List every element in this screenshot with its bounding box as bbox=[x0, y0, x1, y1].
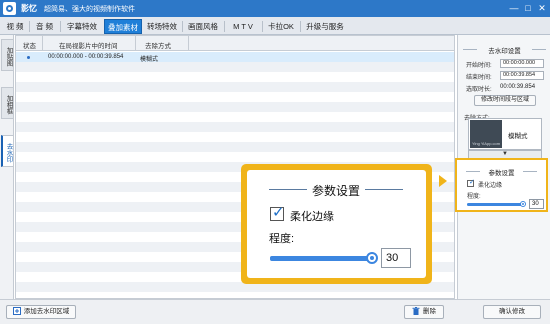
zoomed-level-slider-fill bbox=[270, 256, 372, 261]
empty-row bbox=[16, 112, 454, 122]
app-slogan: 超简易、强大的视频制作软件 bbox=[44, 6, 135, 13]
column-method[interactable]: 去除方式 bbox=[145, 40, 171, 50]
zoomed-level-input[interactable]: 30 bbox=[381, 248, 411, 268]
side-tab-add-sticker[interactable]: 加贴图 bbox=[1, 39, 13, 71]
tab-video[interactable]: 视 频 bbox=[3, 19, 27, 34]
bottom-toolbar: 添加去水印区域 删除 确认修改 bbox=[0, 299, 550, 324]
checkmark-icon: ✓ bbox=[469, 179, 475, 186]
zoomed-level-slider[interactable] bbox=[270, 252, 378, 264]
zoomed-param-title: 参数设置 bbox=[311, 184, 360, 198]
level-input[interactable]: 30 bbox=[529, 199, 544, 209]
zoomed-param-panel: 参数设置 ✓ 柔化边缘 程度: 30 bbox=[247, 170, 426, 278]
list-header: 状态 在局视影片中的时间 去除方式 bbox=[16, 36, 454, 51]
soften-edge-label: 柔化边缘 bbox=[478, 183, 503, 189]
tab-audio[interactable]: 音 频 bbox=[31, 19, 58, 34]
soften-edge-checkbox[interactable]: ✓ bbox=[467, 179, 475, 187]
duration-label: 选取时长: bbox=[466, 87, 492, 93]
column-time[interactable]: 在局视影片中的时间 bbox=[59, 40, 118, 50]
main-menu-bar: 视 频 音 频 字幕特效 叠加素材 转场特效 画面风格 M T V 卡拉OK 升… bbox=[0, 17, 550, 35]
level-slider-fill bbox=[467, 203, 523, 206]
maximize-button[interactable]: □ bbox=[522, 3, 534, 14]
tab-overlay-material[interactable]: 叠加素材 bbox=[104, 19, 142, 34]
method-value: 模糊式 bbox=[508, 133, 528, 140]
tab-picture-style[interactable]: 画面风格 bbox=[184, 19, 222, 34]
level-slider[interactable] bbox=[467, 201, 526, 207]
end-time-field[interactable]: 00:00:39.854 bbox=[500, 71, 544, 80]
thumb-caption: Ying YiApp.com bbox=[472, 141, 501, 146]
pointer-arrow-icon bbox=[439, 175, 447, 187]
empty-row bbox=[16, 122, 454, 132]
param-title: 参数设置 bbox=[488, 170, 515, 177]
trash-icon bbox=[412, 307, 420, 316]
zoomed-level-label: 程度: bbox=[269, 233, 295, 245]
empty-row bbox=[16, 92, 454, 102]
overlay-side-tabs: 加贴图 加相框 去水印 bbox=[0, 35, 14, 299]
close-button[interactable]: ✕ bbox=[536, 3, 548, 14]
level-slider-thumb[interactable] bbox=[519, 201, 526, 207]
empty-row bbox=[16, 62, 454, 72]
app-name: 影忆 bbox=[21, 4, 37, 13]
level-label: 程度: bbox=[467, 194, 481, 200]
side-tab-remove-watermark[interactable]: 去水印 bbox=[1, 135, 13, 167]
zoomed-level-slider-thumb[interactable] bbox=[365, 252, 378, 264]
zoomed-soften-edge-checkbox[interactable]: ✓ bbox=[270, 204, 285, 221]
tab-upgrade-service[interactable]: 升级与服务 bbox=[302, 19, 348, 34]
chevron-down-icon: ▼ bbox=[502, 151, 508, 157]
tab-mtv[interactable]: M T V bbox=[226, 19, 260, 34]
zoomed-checkmark-icon: ✓ bbox=[272, 204, 285, 221]
table-row[interactable]: 00:00:00.000 - 00:00:39.854 模糊式 bbox=[16, 52, 454, 63]
add-region-icon bbox=[12, 307, 21, 316]
tab-transition-effects[interactable]: 转场特效 bbox=[144, 19, 180, 34]
empty-row bbox=[16, 72, 454, 82]
add-watermark-region-label: 添加去水印区域 bbox=[23, 308, 70, 315]
tab-subtitle-effects[interactable]: 字幕特效 bbox=[62, 19, 102, 34]
param-settings-box: 参数设置 ✓ 柔化边缘 程度: 30 bbox=[455, 158, 548, 212]
side-tab-add-frame[interactable]: 加相框 bbox=[1, 87, 13, 119]
delete-button[interactable]: 删除 bbox=[404, 305, 444, 319]
section-title-watermark-settings: 去水印设置 bbox=[488, 48, 521, 55]
title-bar: 影忆 超简易、强大的视频制作软件 — □ ✕ bbox=[0, 0, 550, 17]
empty-row bbox=[16, 102, 454, 112]
confirm-modify-button[interactable]: 确认修改 bbox=[483, 305, 541, 319]
blur-thumbnail: Ying YiApp.com bbox=[470, 120, 502, 148]
end-time-label: 结束时间: bbox=[466, 75, 492, 81]
minimize-button[interactable]: — bbox=[508, 3, 520, 14]
empty-row bbox=[16, 152, 454, 162]
empty-row bbox=[16, 132, 454, 142]
empty-row bbox=[16, 82, 454, 92]
app-logo-icon bbox=[3, 2, 16, 15]
empty-row bbox=[16, 142, 454, 152]
zoomed-param-callout: 参数设置 ✓ 柔化边缘 程度: 30 bbox=[241, 164, 432, 284]
modify-time-region-button[interactable]: 修改时间段与区域 bbox=[474, 95, 536, 106]
status-dot-icon bbox=[27, 56, 30, 59]
method-preview[interactable]: Ying YiApp.com 模糊式 bbox=[468, 118, 542, 150]
add-watermark-region-button[interactable]: 添加去水印区域 bbox=[6, 305, 76, 319]
duration-value: 00:00:39.854 bbox=[500, 84, 536, 90]
row-time: 00:00:00.000 - 00:00:39.854 bbox=[48, 54, 124, 60]
tab-karaoke[interactable]: 卡拉OK bbox=[264, 19, 298, 34]
start-time-label: 开始时间: bbox=[466, 63, 492, 69]
zoomed-soften-edge-label: 柔化边缘 bbox=[290, 211, 334, 223]
delete-label: 删除 bbox=[423, 308, 436, 315]
start-time-field[interactable]: 00:00:00.000 bbox=[500, 59, 544, 68]
column-status[interactable]: 状态 bbox=[23, 40, 36, 50]
